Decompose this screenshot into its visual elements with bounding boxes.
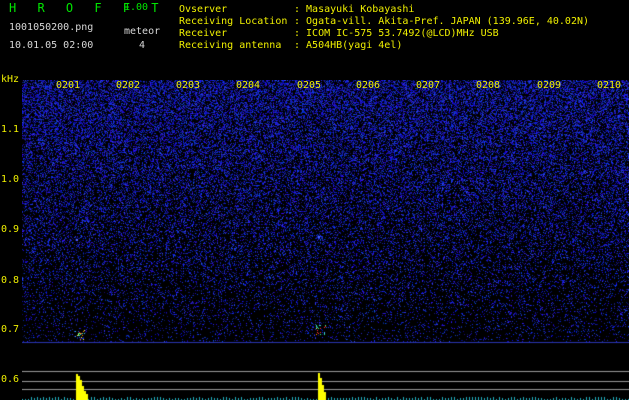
- time-tick: 0210: [597, 80, 622, 91]
- info-value-observer: : Masayuki Kobayashi: [294, 4, 415, 15]
- info-value-receiver: : ICOM IC-575 53.7492(@LCD)MHz USB: [294, 28, 499, 39]
- app-version: 1.00: [124, 2, 149, 13]
- freq-label: 0.7: [1, 324, 20, 335]
- info-label-receiver: Receiver: [179, 28, 228, 39]
- time-tick: 0203: [176, 80, 201, 91]
- freq-label: 0.6: [1, 374, 20, 385]
- signal-strength-panel: [22, 367, 629, 400]
- time-tick: 0202: [116, 80, 141, 91]
- time-tick: 0205: [297, 80, 322, 91]
- meteor-count-value: 4: [139, 40, 146, 51]
- time-tick: 0201: [56, 80, 81, 91]
- info-value-antenna: : A504HB(yagi 4el): [294, 40, 403, 51]
- freq-label: 0.9: [1, 224, 20, 235]
- freq-label: 0.8: [1, 275, 20, 286]
- file-name: 1001050200.png: [9, 22, 94, 33]
- file-datetime: 10.01.05 02:00: [9, 40, 94, 51]
- spectrogram-waterfall: [22, 80, 629, 367]
- time-tick: 0206: [356, 80, 381, 91]
- freq-unit-label: kHz: [1, 74, 20, 85]
- freq-label: 1.1: [1, 124, 20, 135]
- time-tick: 0207: [416, 80, 441, 91]
- info-label-observer: Ovserver: [179, 4, 228, 15]
- time-tick: 0208: [476, 80, 501, 91]
- info-label-antenna: Receiving antenna: [179, 40, 282, 51]
- meteor-count-label: meteor: [124, 26, 161, 37]
- info-value-location: : Ogata-vill. Akita-Pref. JAPAN (139.96E…: [294, 16, 590, 27]
- time-tick: 0204: [236, 80, 261, 91]
- info-label-location: Receiving Location: [179, 16, 288, 27]
- time-tick: 0209: [537, 80, 562, 91]
- freq-label: 1.0: [1, 174, 20, 185]
